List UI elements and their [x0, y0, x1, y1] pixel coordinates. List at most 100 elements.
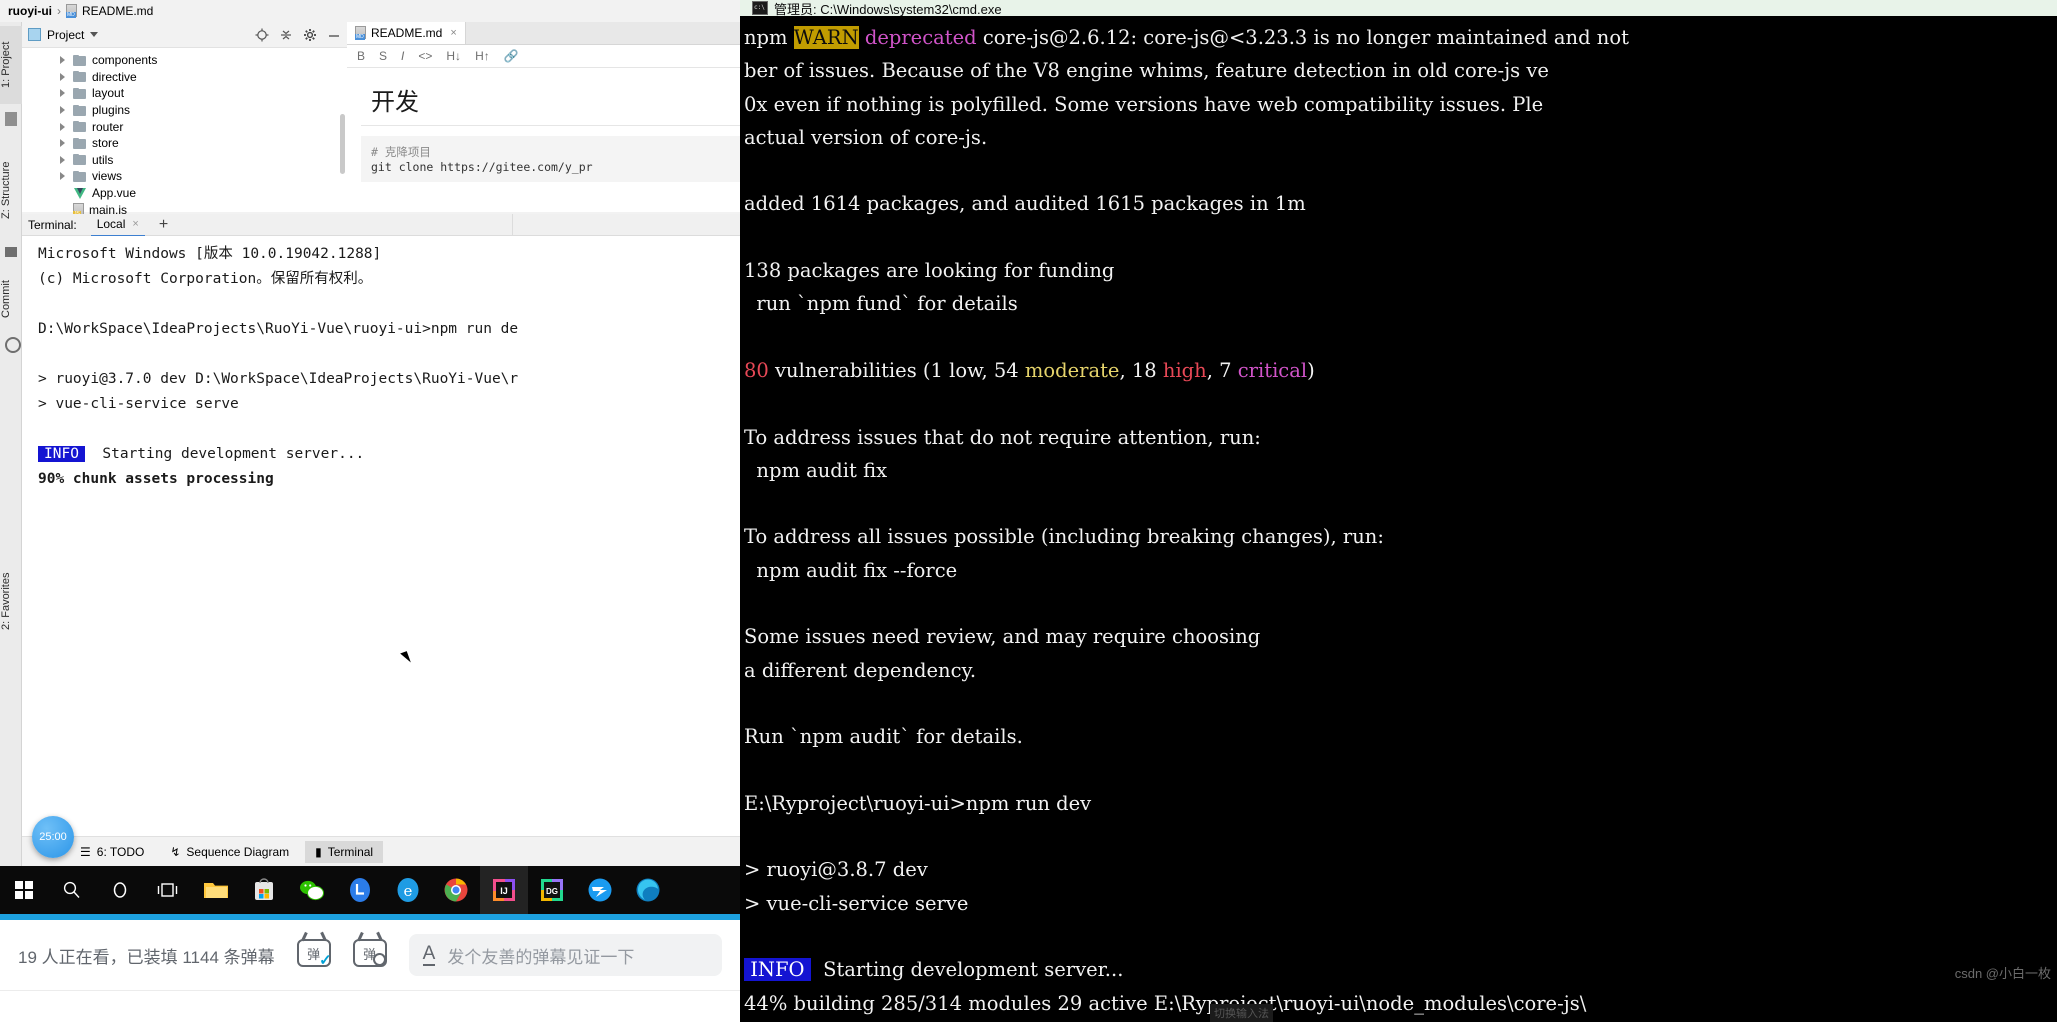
heading-down-button[interactable]: H↓	[446, 49, 461, 63]
cmd-line: Some issues need review, and may require…	[744, 620, 2057, 653]
italic-button[interactable]: I	[401, 49, 404, 63]
intellij-idea-icon[interactable]: IJ	[480, 866, 528, 914]
tree-item[interactable]: layout	[22, 85, 347, 102]
expand-arrow-icon[interactable]	[60, 155, 65, 164]
tree-item[interactable]: components	[22, 52, 347, 69]
tab-label: README.md	[371, 26, 443, 40]
tree-item-label: utils	[92, 152, 114, 167]
cmd-segment: E:\Ryproject\ruoyi-ui>npm run dev	[744, 791, 1092, 815]
breadcrumb-file[interactable]: README.md	[82, 4, 153, 18]
sidebar-item-project[interactable]: 1: Project	[0, 26, 22, 104]
add-terminal-button[interactable]: +	[159, 216, 168, 233]
chevron-down-icon[interactable]	[90, 32, 99, 37]
tree-item[interactable]: directive	[22, 69, 347, 86]
file-explorer-icon[interactable]	[192, 866, 240, 914]
cmd-line	[744, 487, 2057, 520]
cmd-segment: > vue-cli-service serve	[744, 891, 969, 915]
cmd-line: run `npm fund` for details	[744, 287, 2057, 320]
minimize-icon[interactable]	[327, 28, 341, 42]
font-style-icon[interactable]: A	[422, 944, 436, 966]
sequence-diagram-icon: ↯	[170, 844, 181, 859]
chrome-icon[interactable]	[432, 866, 480, 914]
expand-arrow-icon[interactable]	[60, 122, 65, 131]
todo-icon: ☰	[80, 844, 91, 859]
cmd-segment: )	[1307, 358, 1315, 382]
heading-up-button[interactable]: H↑	[475, 49, 490, 63]
expand-arrow-icon[interactable]	[60, 72, 65, 81]
close-icon[interactable]: ×	[450, 27, 456, 39]
tree-item[interactable]: views	[22, 168, 347, 185]
danmaku-toggle-icon[interactable]: 弹 ✓	[296, 939, 332, 971]
tree-item[interactable]: App.vue	[22, 185, 347, 202]
tab-readme[interactable]: README.md ×	[347, 22, 466, 44]
target-icon[interactable]	[255, 28, 269, 42]
sidebar-item-favorites[interactable]: 2: Favorites	[0, 552, 22, 650]
tree-item-label: App.vue	[92, 186, 137, 201]
project-scrollbar[interactable]	[340, 114, 345, 174]
terminal-tab-local[interactable]: Local ×	[90, 213, 145, 237]
link-icon[interactable]: 🔗	[504, 49, 519, 63]
sidebar-item-commit[interactable]: Commit	[0, 268, 22, 330]
edge-icon[interactable]	[624, 866, 672, 914]
bottom-item-terminal[interactable]: ▮ Terminal	[305, 840, 384, 863]
folder-icon	[73, 71, 86, 83]
expand-arrow-icon[interactable]	[60, 89, 65, 98]
expand-arrow-icon[interactable]	[60, 106, 65, 115]
sidebar-item-structure[interactable]: Z: Structure	[0, 142, 22, 238]
cmd-console-output[interactable]: npm WARN deprecated core-js@2.6.12: core…	[740, 16, 2057, 1022]
cmd-title-bar[interactable]: 管理员: C:\Windows\system32\cmd.exe	[740, 0, 2057, 17]
markdown-file-icon	[66, 4, 78, 18]
cmd-line	[744, 920, 2057, 953]
xunlei-icon[interactable]	[576, 866, 624, 914]
wechat-icon[interactable]	[288, 866, 336, 914]
cmd-segment: moderate	[1024, 358, 1120, 382]
cmd-segment: 80	[744, 358, 769, 382]
cmd-segment: core-js@2.6.12: core-js@<3.23.3 is no lo…	[976, 26, 1629, 49]
project-module-icon	[5, 112, 17, 126]
search-icon[interactable]	[48, 866, 96, 914]
cmd-line: 80 vulnerabilities (1 low, 54 moderate, …	[744, 354, 2057, 387]
bold-button[interactable]: B	[357, 49, 365, 63]
expand-arrow-icon[interactable]	[60, 139, 65, 148]
start-button[interactable]	[0, 866, 48, 914]
close-icon[interactable]: ×	[132, 218, 138, 230]
cmd-segment: WARN	[793, 26, 859, 49]
cortana-icon[interactable]	[96, 866, 144, 914]
bottom-item-todo[interactable]: ☰ 6: TODO	[70, 841, 154, 863]
cmd-segment: critical	[1237, 358, 1308, 382]
cmd-line: 0x even if nothing is polyfilled. Some v…	[744, 88, 2057, 121]
expand-arrow-icon[interactable]	[60, 172, 65, 181]
bottom-item-label: Sequence Diagram	[186, 844, 290, 859]
expand-arrow-icon[interactable]	[60, 56, 65, 65]
cmd-icon	[752, 1, 768, 15]
tree-item[interactable]: router	[22, 118, 347, 135]
cmd-segment: To address all issues possible (includin…	[744, 525, 1384, 549]
tree-item[interactable]: utils	[22, 152, 347, 169]
danmaku-setting-icon[interactable]: 弹	[352, 939, 387, 971]
datagrip-icon[interactable]: DG	[528, 866, 576, 914]
breadcrumb-project[interactable]: ruoyi-ui	[8, 4, 52, 18]
tree-item-label: directive	[92, 69, 137, 84]
gear-icon[interactable]	[303, 28, 317, 42]
divider	[512, 214, 513, 236]
collapse-all-icon[interactable]	[279, 28, 293, 42]
cmd-segment: 44% building 285/314 modules 29 active E…	[744, 991, 1587, 1015]
cmd-segment: 138 packages are looking for funding	[744, 259, 1115, 283]
bottom-item-sequence-diagram[interactable]: ↯ Sequence Diagram	[160, 841, 299, 863]
code-button[interactable]: <>	[418, 49, 432, 63]
lark-icon[interactable]	[336, 866, 384, 914]
tree-item[interactable]: plugins	[22, 102, 347, 119]
cmd-segment: To address issues that do not require at…	[744, 425, 1261, 449]
cmd-line: npm audit fix	[744, 454, 2057, 487]
terminal-progress-line: 90% chunk assets processing	[38, 471, 274, 487]
danmaku-input[interactable]: A 发个友善的弹幕见证一下	[408, 934, 722, 976]
strikethrough-button[interactable]: S	[379, 49, 387, 63]
cmd-segment: low	[949, 358, 982, 382]
microsoft-store-icon[interactable]	[240, 866, 288, 914]
cmd-line: added 1614 packages, and audited 1615 pa…	[744, 187, 2057, 220]
edge-legacy-icon[interactable]: e	[384, 866, 432, 914]
pomodoro-timer-bubble[interactable]: 25:00	[32, 816, 74, 858]
tree-item[interactable]: store	[22, 135, 347, 152]
terminal-line: Microsoft Windows [版本 10.0.19042.1288]	[38, 246, 382, 262]
task-view-icon[interactable]	[144, 866, 192, 914]
